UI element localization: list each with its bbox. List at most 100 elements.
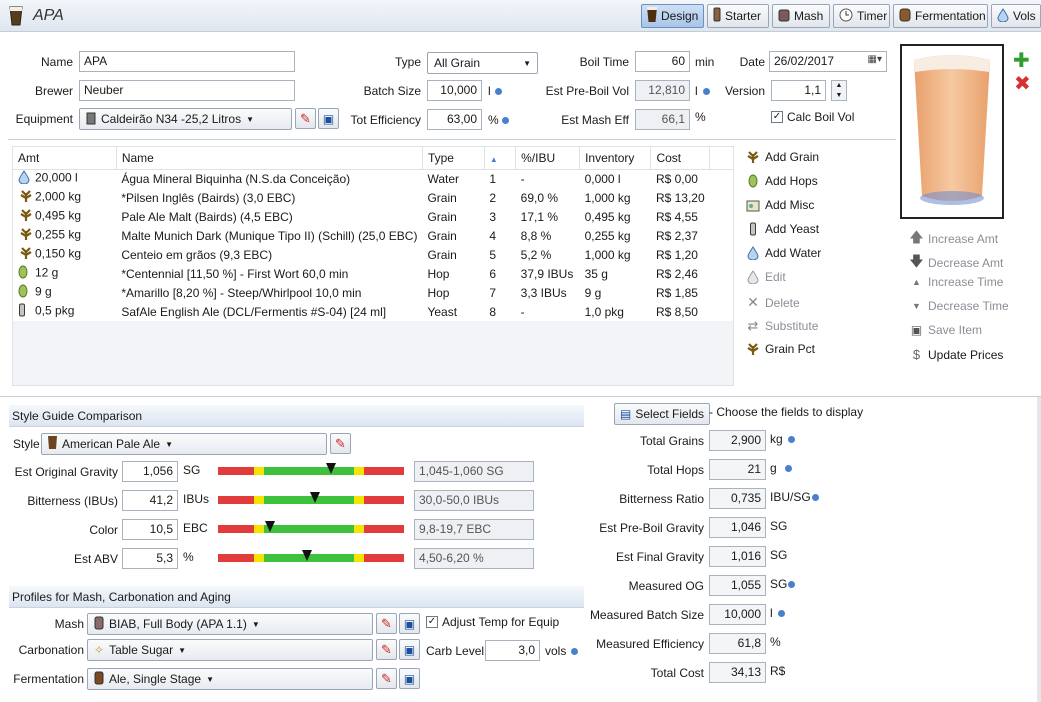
add-recipe-icon[interactable]: ✚: [1013, 51, 1030, 71]
name-input[interactable]: APA: [79, 51, 295, 72]
info-dot-icon[interactable]: [778, 610, 785, 617]
info-dot-icon[interactable]: [788, 581, 795, 588]
cell-value: 7: [489, 285, 497, 300]
tab-timer[interactable]: Timer: [833, 4, 890, 28]
table-row[interactable]: 9 g *Amarillo [8,20 %] - Steep/Whirlpool …: [13, 283, 733, 302]
stat-unit: SG: [770, 519, 788, 533]
style-row-unit: EBC: [183, 521, 208, 535]
table-cell: 1,0 pkg: [580, 302, 651, 321]
fermentation-edit-button[interactable]: ✎: [376, 668, 397, 689]
spin-down-icon[interactable]: ▼: [832, 91, 846, 101]
action-grain-pct[interactable]: Grain Pct: [745, 342, 815, 356]
mash-edit-button[interactable]: ✎: [376, 613, 397, 634]
carbonation-edit-button[interactable]: ✎: [376, 639, 397, 660]
info-dot-icon[interactable]: [703, 88, 710, 95]
spin-up-icon[interactable]: ▲: [832, 81, 846, 91]
fermentation-dropdown[interactable]: Ale, Single Stage ▼: [87, 668, 373, 690]
sort-ascending-icon[interactable]: ▲: [490, 155, 498, 164]
table-row[interactable]: 20,000 l Água Mineral Biquinha (N.S.da Co…: [13, 169, 733, 188]
column-header[interactable]: Cost: [650, 147, 711, 170]
table-row[interactable]: 0,5 pkg SafAle English Ale (DCL/Fermentis…: [13, 302, 733, 321]
style-dropdown[interactable]: American Pale Ale ▼: [41, 433, 327, 455]
table-cell: Centeio em grãos (9,3 EBC): [116, 245, 422, 264]
table-row[interactable]: 0,255 kg Malte Munich Dark (Munique Tipo …: [13, 226, 733, 245]
beer-color-preview: [900, 44, 1004, 219]
carbonation-save-button[interactable]: ▣: [399, 639, 420, 660]
scrollbar[interactable]: [1037, 397, 1041, 702]
table-cell: Hop: [422, 283, 484, 302]
carbonation-dropdown[interactable]: ✧ Table Sugar ▼: [87, 639, 373, 661]
column-header[interactable]: %/IBU: [515, 147, 581, 170]
delete-recipe-icon[interactable]: ✖: [1014, 74, 1031, 94]
column-header[interactable]: Inventory: [579, 147, 652, 170]
calendar-icon[interactable]: ▦▾: [868, 54, 882, 65]
tab-starter[interactable]: Starter: [707, 4, 769, 28]
info-dot-icon[interactable]: [788, 436, 795, 443]
column-header[interactable]: Type: [422, 147, 485, 170]
mash-dropdown[interactable]: BIAB, Full Body (APA 1.1) ▼: [87, 613, 373, 635]
tab-vols[interactable]: Vols: [991, 4, 1041, 28]
hop-icon: [18, 284, 35, 301]
date-picker[interactable]: 26/02/2017 ▦▾: [769, 51, 887, 72]
select-fields-button[interactable]: ▤ Select Fields: [614, 403, 711, 425]
version-input[interactable]: 1,1: [771, 80, 826, 101]
action-add-hops[interactable]: Add Hops: [745, 174, 818, 188]
column-header[interactable]: Name: [116, 147, 423, 170]
type-select[interactable]: All Grain ▼: [427, 52, 538, 74]
tab-design[interactable]: Design: [641, 4, 704, 28]
table-row[interactable]: 12 g *Centennial [11,50 %] - First Wort 6…: [13, 264, 733, 283]
checkbox-checked-icon[interactable]: ✓: [426, 616, 438, 628]
mash-label: Mash: [54, 617, 84, 631]
action-add-yeast[interactable]: Add Yeast: [745, 222, 819, 236]
action-add-misc[interactable]: Add Misc: [745, 198, 814, 212]
table-row[interactable]: 0,150 kg Centeio em grãos (9,3 EBC) Grain 5…: [13, 245, 733, 264]
equipment-save-button[interactable]: ▣: [318, 108, 339, 129]
style-row-unit: SG: [183, 463, 201, 477]
mash-save-button[interactable]: ▣: [399, 613, 420, 634]
info-dot-icon[interactable]: [495, 88, 502, 95]
action-delete[interactable]: ✕ Delete: [745, 294, 800, 311]
action-add-water[interactable]: Add Water: [745, 246, 821, 260]
action-decrease-amt[interactable]: 🡇 Decrease Amt: [909, 251, 1003, 275]
action-label: Decrease Amt: [928, 256, 1004, 270]
info-dot-icon[interactable]: [812, 494, 819, 501]
adjust-temp-checkbox[interactable]: ✓ Adjust Temp for Equip: [426, 615, 559, 629]
tot-eff-input[interactable]: 63,00: [427, 109, 482, 130]
brewer-input[interactable]: Neuber: [79, 80, 295, 101]
column-header-spacer: [709, 147, 733, 170]
tab-label: Fermentation: [915, 9, 986, 23]
info-dot-icon[interactable]: [785, 465, 792, 472]
fermentation-save-button[interactable]: ▣: [399, 668, 420, 689]
table-row[interactable]: 0,495 kg Pale Ale Malt (Bairds) (4,5 EBC)…: [13, 207, 733, 226]
table-cell: Malte Munich Dark (Munique Tipo II) (Sch…: [116, 226, 422, 245]
action-label: Add Water: [765, 246, 822, 260]
name-label: Name: [40, 55, 73, 69]
table-cell: -: [516, 302, 580, 321]
action-update-prices[interactable]: $ Update Prices: [909, 347, 1004, 362]
calc-boil-checkbox[interactable]: ✓ Calc Boil Vol: [771, 110, 854, 124]
cell-value: Malte Munich Dark (Munique Tipo II) (Sch…: [121, 228, 418, 243]
action-substitute[interactable]: ⇄ Substitute: [745, 318, 819, 334]
table-row[interactable]: 2,000 kg *Pilsen Inglês (Bairds) (3,0 EBC…: [13, 188, 733, 207]
carb-level-input[interactable]: 3,0: [485, 640, 540, 661]
action-save-item[interactable]: ▣ Save Item: [909, 323, 982, 337]
equipment-dropdown[interactable]: Caldeirão N34 -25,2 Litros ▼: [79, 108, 292, 130]
grain-icon: [18, 189, 35, 206]
checkbox-checked-icon[interactable]: ✓: [771, 111, 783, 123]
tab-fermentation[interactable]: Fermentation: [893, 4, 988, 28]
table-cell: Hop: [422, 264, 484, 283]
action-edit[interactable]: Edit: [745, 270, 786, 284]
boil-time-input[interactable]: 60: [635, 51, 690, 72]
action-increase-time[interactable]: ▲ Increase Time: [909, 275, 1003, 289]
equipment-edit-button[interactable]: ✎: [295, 108, 316, 129]
version-spinner[interactable]: ▲ ▼: [831, 80, 847, 101]
column-header[interactable]: ▲: [484, 147, 517, 170]
action-add-grain[interactable]: Add Grain: [745, 150, 819, 164]
action-increase-amt[interactable]: 🡅 Increase Amt: [909, 227, 998, 251]
tab-mash[interactable]: Mash: [772, 4, 830, 28]
info-dot-icon[interactable]: [502, 117, 509, 124]
column-header[interactable]: Amt: [13, 147, 117, 170]
action-decrease-time[interactable]: ▼ Decrease Time: [909, 299, 1009, 313]
style-edit-button[interactable]: ✎: [330, 433, 351, 454]
batch-size-input[interactable]: 10,000: [427, 80, 482, 101]
